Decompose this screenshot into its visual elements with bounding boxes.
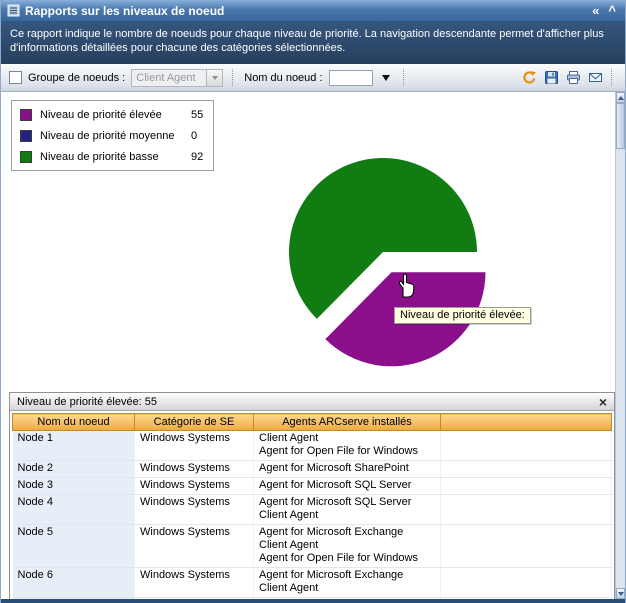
column-header[interactable] [441, 414, 612, 431]
cell-os-category: Windows Systems [135, 478, 254, 495]
toolbar-separator [611, 69, 614, 86]
report-description: Ce rapport indique le nombre de noeuds p… [1, 22, 625, 64]
detail-table-header-row: Nom du noeudCatégorie de SEAgents ARCser… [13, 414, 612, 431]
cell-blank [441, 598, 612, 600]
cell-agents: Agent for Microsoft SQL Server [254, 478, 441, 495]
detail-panel: Niveau de priorité élevée: 55 × Nom du n… [9, 392, 615, 599]
scrollbar-thumb[interactable] [616, 103, 625, 149]
cell-node-name: Node 3 [13, 478, 135, 495]
toolbar-actions [520, 69, 617, 87]
node-group-checkbox[interactable] [9, 71, 22, 84]
report-icon [7, 4, 20, 17]
report-body: Niveau de priorité élevée55Niveau de pri… [1, 92, 625, 599]
detail-panel-title: Niveau de priorité élevée: 55 [17, 396, 157, 408]
table-row[interactable]: Node 1Windows SystemsClient AgentAgent f… [13, 431, 612, 461]
cell-os-category: Windows Systems [135, 525, 254, 568]
cell-node-name: Node 2 [13, 461, 135, 478]
table-row[interactable]: Node 6Windows SystemsAgent for Microsoft… [13, 568, 612, 598]
table-row[interactable]: Node 5Windows SystemsAgent for Microsoft… [13, 525, 612, 568]
scroll-up-icon[interactable] [616, 92, 625, 103]
legend-label: Niveau de priorité moyenne [40, 130, 191, 142]
cell-blank [441, 495, 612, 525]
column-header[interactable]: Agents ARCserve installés [254, 414, 441, 431]
vertical-scrollbar[interactable] [615, 92, 625, 599]
table-row[interactable]: Node 3Windows SystemsAgent for Microsoft… [13, 478, 612, 495]
cell-agents: Agent for Microsoft SharePoint [254, 461, 441, 478]
refresh-icon [522, 70, 537, 85]
node-name-label: Nom du noeud : [244, 72, 322, 84]
cell-agents: Agent for Microsoft ExchangeClient Agent… [254, 525, 441, 568]
window-title: Rapports sur les niveaux de noeud [25, 4, 587, 18]
cell-node-name: Node 5 [13, 525, 135, 568]
cell-os-category: Windows Systems [135, 431, 254, 461]
close-icon[interactable]: × [599, 396, 607, 408]
cell-agents: Agent for Microsoft ExchangeClient Agent [254, 568, 441, 598]
titlebar-controls: « ^ [592, 4, 616, 18]
legend-value: 0 [191, 130, 213, 142]
legend-item[interactable]: Niveau de priorité basse92 [12, 146, 213, 167]
legend-value: 55 [191, 109, 213, 121]
cell-node-name: Node 7 [13, 598, 135, 600]
legend-label: Niveau de priorité basse [40, 151, 191, 163]
collapse-left-icon[interactable]: « [592, 4, 599, 18]
report-window: Rapports sur les niveaux de noeud « ^ Ce… [0, 0, 626, 603]
detail-panel-header: Niveau de priorité élevée: 55 × [10, 393, 614, 411]
toolbar-separator [403, 69, 406, 86]
refresh-button[interactable] [520, 69, 538, 87]
chart-legend: Niveau de priorité élevée55Niveau de pri… [11, 100, 214, 171]
print-icon [566, 70, 581, 85]
cell-agents: Agent for Microsoft SQL ServerClient Age… [254, 495, 441, 525]
print-button[interactable] [564, 69, 582, 87]
cell-blank [441, 525, 612, 568]
scroll-down-icon[interactable] [616, 588, 625, 599]
email-button[interactable] [586, 69, 604, 87]
window-bottom-edge [1, 599, 625, 603]
legend-value: 92 [191, 151, 213, 163]
legend-label: Niveau de priorité élevée [40, 109, 191, 121]
toolbar-separator [232, 69, 235, 86]
cell-node-name: Node 6 [13, 568, 135, 598]
cell-os-category: Windows Systems [135, 598, 254, 600]
legend-item[interactable]: Niveau de priorité élevée55 [12, 104, 213, 125]
node-group-value: Client Agent [132, 70, 206, 86]
legend-color-swatch [20, 130, 32, 142]
node-group-select: Client Agent [131, 69, 223, 87]
table-row[interactable]: Node 4Windows SystemsAgent for Microsoft… [13, 495, 612, 525]
column-header[interactable]: Nom du noeud [13, 414, 135, 431]
cell-agents: Agent for OracleClient Agent [254, 598, 441, 600]
toolbar: Groupe de noeuds : Client Agent Nom du n… [1, 64, 625, 92]
report-icon-glyph [7, 4, 20, 17]
cell-node-name: Node 4 [13, 495, 135, 525]
detail-table-body: Node 1Windows SystemsClient AgentAgent f… [13, 431, 612, 600]
save-icon [544, 70, 559, 85]
node-name-input[interactable] [329, 70, 373, 86]
cell-os-category: Windows Systems [135, 495, 254, 525]
email-icon [588, 70, 603, 85]
legend-color-swatch [20, 151, 32, 163]
legend-item[interactable]: Niveau de priorité moyenne0 [12, 125, 213, 146]
cell-blank [441, 568, 612, 598]
node-group-label: Groupe de noeuds : [28, 72, 125, 84]
table-row[interactable]: Node 7Windows SystemsAgent for OracleCli… [13, 598, 612, 600]
table-row[interactable]: Node 2Windows SystemsAgent for Microsoft… [13, 461, 612, 478]
collapse-up-icon[interactable]: ^ [608, 4, 616, 18]
cell-blank [441, 478, 612, 495]
detail-table: Nom du noeudCatégorie de SEAgents ARCser… [12, 413, 612, 599]
legend-color-swatch [20, 109, 32, 121]
chart-tooltip: Niveau de priorité élevée: [394, 307, 531, 324]
cell-node-name: Node 1 [13, 431, 135, 461]
cell-os-category: Windows Systems [135, 461, 254, 478]
save-button[interactable] [542, 69, 560, 87]
cell-blank [441, 461, 612, 478]
titlebar: Rapports sur les niveaux de noeud « ^ [1, 0, 625, 22]
hand-cursor-icon [395, 272, 417, 298]
cell-blank [441, 431, 612, 461]
cell-agents: Client AgentAgent for Open File for Wind… [254, 431, 441, 461]
column-header[interactable]: Catégorie de SE [135, 414, 254, 431]
cell-os-category: Windows Systems [135, 568, 254, 598]
node-name-dropdown-icon[interactable] [379, 70, 394, 86]
chevron-down-icon [206, 70, 222, 86]
